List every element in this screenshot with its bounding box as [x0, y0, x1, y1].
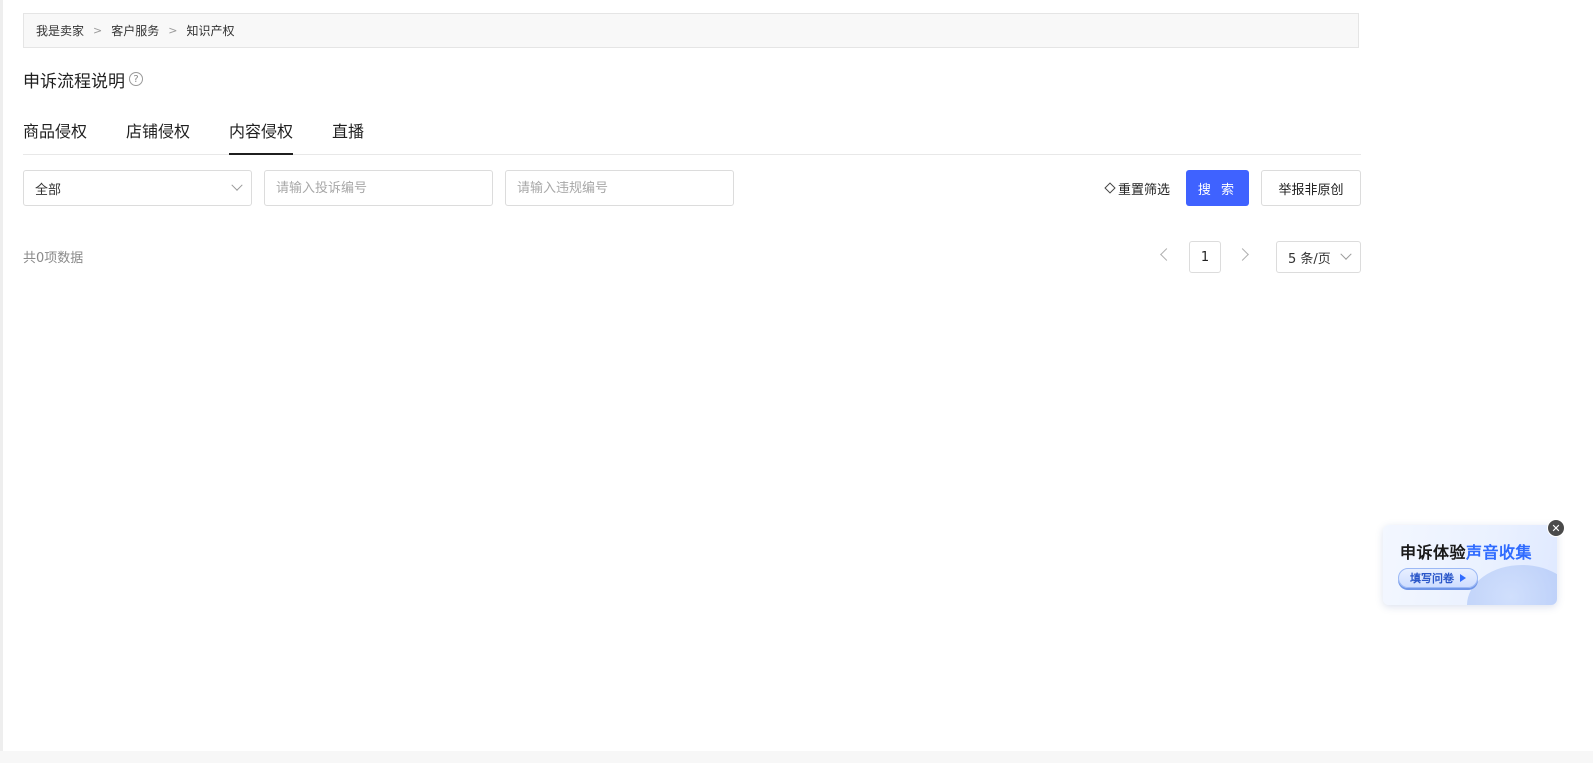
chevron-down-icon: [1340, 248, 1352, 260]
category-select[interactable]: 全部: [23, 170, 252, 206]
breadcrumb-separator: >: [168, 24, 178, 37]
search-button[interactable]: 搜 索: [1186, 170, 1249, 206]
breadcrumb-item-seller[interactable]: 我是卖家: [36, 22, 84, 39]
survey-wave-decoration: [1467, 565, 1557, 605]
page-size-select[interactable]: 5 条/页: [1276, 241, 1361, 273]
fill-survey-label: 填写问卷: [1410, 572, 1454, 585]
chevron-down-icon: [231, 179, 243, 191]
survey-title-plain: 申诉体验: [1400, 543, 1467, 562]
tab-content-infringement[interactable]: 内容侵权: [229, 118, 294, 155]
reset-filter-label: 重置筛选: [1118, 182, 1171, 198]
close-icon[interactable]: ✕: [1547, 519, 1565, 537]
play-icon: [1460, 574, 1466, 582]
page-number-button[interactable]: 1: [1189, 241, 1221, 273]
total-count: 共0项数据: [23, 251, 84, 266]
chevron-right-icon[interactable]: [1236, 248, 1249, 261]
breadcrumb: 我是卖家 > 客户服务 > 知识产权: [23, 13, 1359, 48]
survey-title-highlight: 声音收集: [1466, 543, 1533, 562]
report-non-original-button[interactable]: 举报非原创: [1261, 170, 1361, 206]
breadcrumb-separator: >: [93, 24, 103, 37]
tab-bar: 商品侵权 店铺侵权 内容侵权 直播: [23, 118, 1361, 155]
tab-store-infringement[interactable]: 店铺侵权: [126, 118, 190, 154]
tab-live[interactable]: 直播: [332, 118, 364, 154]
page-title-text: 申诉流程说明: [23, 71, 125, 92]
reset-filter-button[interactable]: 重置筛选: [1104, 178, 1171, 198]
breadcrumb-item-ip: 知识产权: [186, 24, 235, 38]
page: 我是卖家 > 客户服务 > 知识产权 申诉流程说明 ? 商品侵权 店铺侵权 内容…: [0, 0, 1593, 763]
violation-number-input[interactable]: [505, 170, 734, 206]
left-rail: [0, 0, 3, 763]
page-title: 申诉流程说明 ?: [23, 66, 143, 92]
tab-product-infringement[interactable]: 商品侵权: [23, 118, 87, 154]
chevron-left-icon[interactable]: [1160, 248, 1173, 261]
fill-survey-button[interactable]: 填写问卷: [1398, 568, 1478, 588]
survey-banner[interactable]: 申诉体验声音收集 填写问卷: [1383, 525, 1557, 605]
page-size-value: 5 条/页: [1288, 251, 1331, 267]
complaint-number-input[interactable]: [264, 170, 493, 206]
help-icon[interactable]: ?: [129, 72, 143, 86]
category-select-value: 全部: [35, 182, 62, 198]
bottom-strip: [0, 751, 1593, 763]
eraser-icon: [1104, 182, 1116, 194]
breadcrumb-item-customer-service[interactable]: 客户服务: [111, 22, 159, 39]
survey-title: 申诉体验声音收集: [1400, 539, 1532, 563]
